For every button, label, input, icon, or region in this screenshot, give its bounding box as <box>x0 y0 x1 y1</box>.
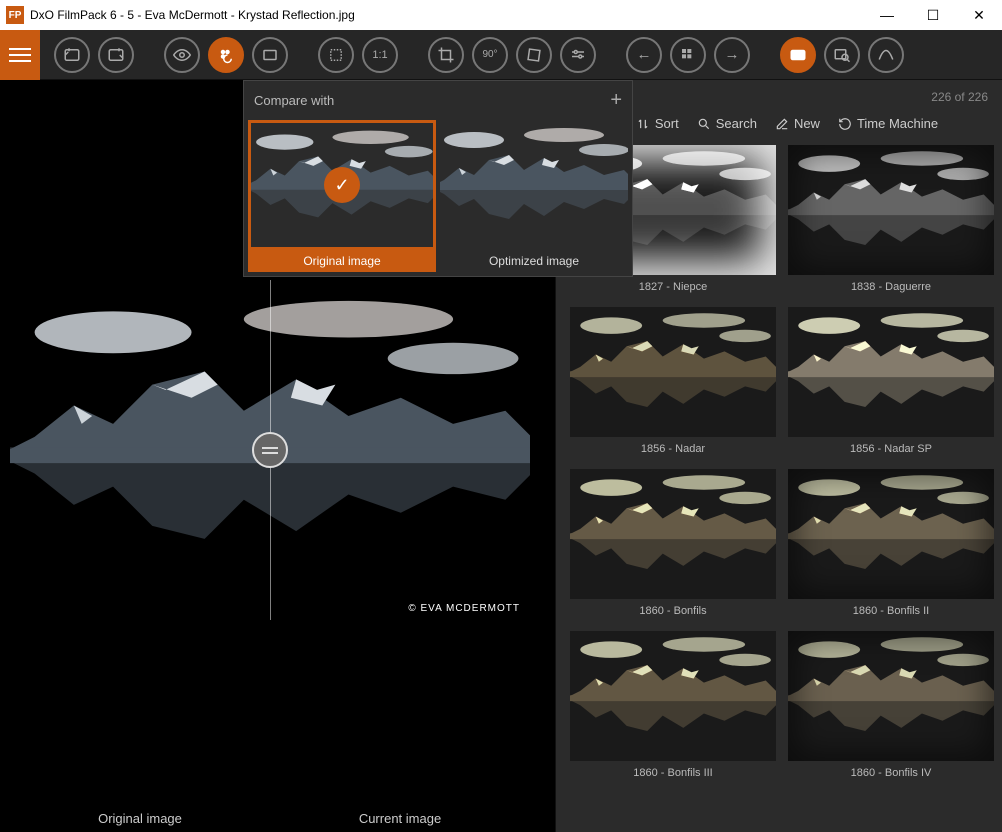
split-handle[interactable] <box>252 432 288 468</box>
titlebar: FP DxO FilmPack 6 - 5 - Eva McDermott - … <box>0 0 1002 30</box>
preset-card[interactable]: 1856 - Nadar SP <box>788 307 994 459</box>
preset-label: 1860 - Bonfils <box>570 599 776 621</box>
left-view-label: Original image <box>10 811 270 826</box>
sliders-icon[interactable] <box>560 37 596 73</box>
add-compare-icon[interactable]: + <box>610 89 622 112</box>
next-icon[interactable]: → <box>714 37 750 73</box>
close-button[interactable]: ✕ <box>956 0 1002 30</box>
preset-card[interactable]: 1860 - Bonfils IV <box>788 631 994 783</box>
straighten-icon[interactable] <box>516 37 552 73</box>
minimize-button[interactable]: — <box>864 0 910 30</box>
grid-view-icon[interactable] <box>670 37 706 73</box>
crop-icon[interactable] <box>428 37 464 73</box>
one-to-one-icon[interactable]: 1:1 <box>362 37 398 73</box>
compare-original[interactable]: ✓ Original image <box>248 120 436 272</box>
compare-heading: Compare with <box>254 93 334 108</box>
watermark: © EVA MCDERMOTT <box>408 603 520 614</box>
viewer-labels: Original image Current image <box>10 811 530 826</box>
compare-label: Original image <box>248 250 436 272</box>
comparison-viewer[interactable]: © EVA MCDERMOTT <box>10 280 530 620</box>
presets-panel-icon[interactable] <box>780 37 816 73</box>
preset-card[interactable]: 1838 - Daguerre <box>788 145 994 297</box>
check-icon: ✓ <box>324 167 360 203</box>
time-machine-button[interactable]: Time Machine <box>838 116 938 131</box>
rotate-90-icon[interactable]: 90° <box>472 37 508 73</box>
prev-icon[interactable]: ← <box>626 37 662 73</box>
preset-label: 1856 - Nadar <box>570 437 776 459</box>
preset-card[interactable]: 1856 - Nadar <box>570 307 776 459</box>
window-title: DxO FilmPack 6 - 5 - Eva McDermott - Kry… <box>30 8 355 22</box>
compare-optimized[interactable]: Optimized image <box>440 120 628 272</box>
new-button[interactable]: New <box>775 116 820 131</box>
left-panel: Compare with + ✓ Original image Optimize… <box>0 80 555 832</box>
crop-marquee-icon[interactable] <box>318 37 354 73</box>
preset-label: 1860 - Bonfils II <box>788 599 994 621</box>
compare-icon[interactable] <box>208 37 244 73</box>
app-logo: FP <box>6 6 24 24</box>
right-view-label: Current image <box>270 811 530 826</box>
export-image-icon[interactable] <box>98 37 134 73</box>
sort-button[interactable]: Sort <box>636 116 679 131</box>
preview-icon[interactable] <box>164 37 200 73</box>
preset-label: 1856 - Nadar SP <box>788 437 994 459</box>
single-view-icon[interactable] <box>252 37 288 73</box>
preset-label: 1827 - Niepce <box>570 275 776 297</box>
search-panel-icon[interactable] <box>824 37 860 73</box>
main-toolbar: 1:1 90° ← → <box>0 30 1002 80</box>
open-image-icon[interactable] <box>54 37 90 73</box>
maximize-button[interactable]: ☐ <box>910 0 956 30</box>
preset-label: 1860 - Bonfils IV <box>788 761 994 783</box>
preset-card[interactable]: 1860 - Bonfils II <box>788 469 994 621</box>
compare-label: Optimized image <box>440 250 628 272</box>
histogram-icon[interactable] <box>868 37 904 73</box>
menu-button[interactable] <box>0 30 40 80</box>
preset-card[interactable]: 1860 - Bonfils III <box>570 631 776 783</box>
compare-popup: Compare with + ✓ Original image Optimize… <box>243 80 633 277</box>
preset-label: 1860 - Bonfils III <box>570 761 776 783</box>
preset-card[interactable]: 1860 - Bonfils <box>570 469 776 621</box>
preset-label: 1838 - Daguerre <box>788 275 994 297</box>
search-button[interactable]: Search <box>697 116 757 131</box>
